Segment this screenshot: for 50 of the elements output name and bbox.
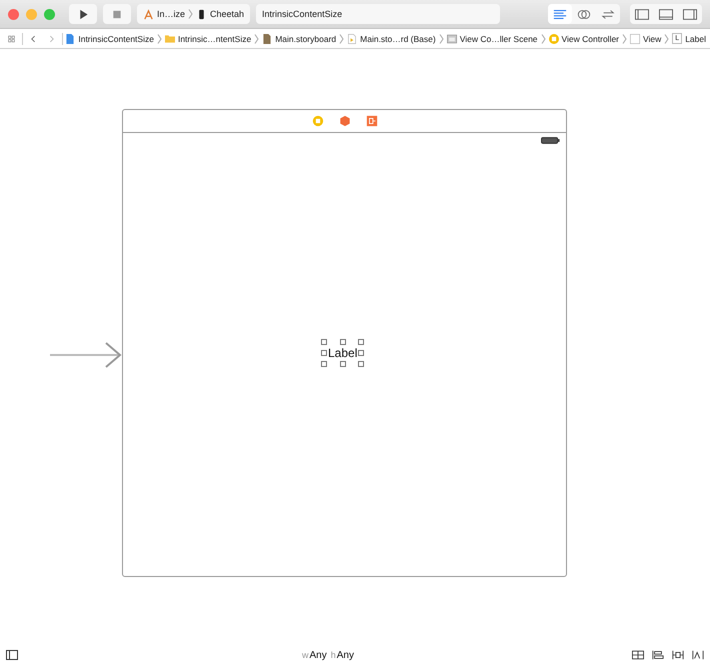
path-item-text: View Controller (562, 34, 620, 44)
destination-name: Cheetah (210, 9, 244, 19)
panel-icon (659, 8, 673, 20)
chevron-icon (339, 34, 344, 44)
chevron-icon (254, 34, 260, 44)
chevron-icon (622, 34, 628, 44)
stop-button[interactable] (103, 4, 131, 24)
lines-icon (553, 8, 567, 20)
path-item[interactable]: View (630, 34, 662, 44)
pin-icon[interactable] (672, 650, 684, 660)
chevron-icon (540, 34, 546, 44)
chevron-icon (438, 34, 444, 44)
chevron-icon (188, 9, 194, 19)
document-icon (65, 34, 76, 44)
exit-icon[interactable] (366, 115, 378, 127)
document-icon (262, 34, 272, 44)
run-button[interactable] (69, 4, 97, 24)
activity-text: IntrinsicContentSize (262, 9, 342, 19)
size-class-value[interactable]: Any (336, 650, 354, 660)
scheme-selector[interactable]: In…ize Cheetah (137, 4, 250, 24)
back-icon[interactable] (30, 34, 37, 44)
path-item-text: Label (685, 34, 706, 44)
folder-icon (164, 34, 175, 44)
stack-icon[interactable] (632, 650, 644, 660)
standard-editor-button[interactable] (548, 4, 572, 24)
path-item-text: View (643, 34, 662, 44)
chevron-icon (156, 34, 162, 44)
cube-icon[interactable] (338, 115, 350, 127)
label[interactable]: Label (321, 339, 364, 367)
path-item[interactable]: View Controller (548, 34, 620, 44)
battery-icon (541, 137, 560, 144)
path-item[interactable]: Main.storyboard (262, 34, 336, 44)
chevron-icon (664, 34, 670, 44)
document-icon (347, 34, 358, 44)
path-item-text: Main.storyboard (275, 34, 336, 44)
size-class-prefix: h (330, 650, 336, 660)
size-class-prefix: w (302, 650, 308, 660)
circle-icon (548, 34, 559, 44)
panel-icon (683, 8, 697, 20)
align-icon[interactable] (652, 650, 664, 660)
window-icon (446, 34, 457, 44)
square-icon (630, 34, 640, 44)
arrows-icon (601, 8, 615, 20)
grid-icon[interactable] (8, 34, 15, 44)
scheme-name: In…ize (157, 9, 186, 19)
resolve-icon[interactable] (692, 650, 704, 660)
circles-icon (577, 8, 591, 20)
size-class-value[interactable]: Any (310, 650, 327, 660)
sidebar-icon[interactable] (6, 650, 18, 660)
panel-icon (635, 8, 649, 20)
